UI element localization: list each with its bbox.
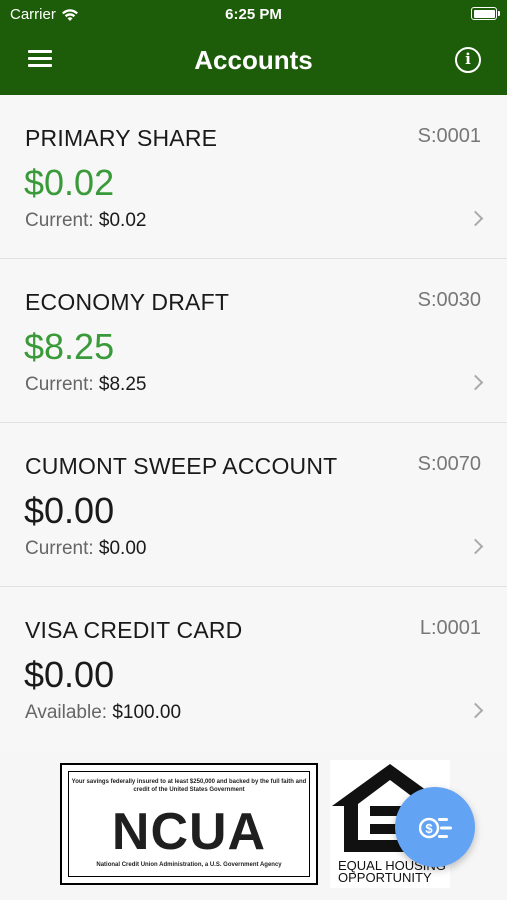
battery-icon <box>471 7 500 20</box>
page-title: Accounts <box>194 45 313 75</box>
account-row-primary-share[interactable]: PRIMARY SHARE S:0001 $0.02 Current: $0.0… <box>0 95 507 259</box>
account-sub-balance: Current: $0.00 <box>25 538 146 560</box>
account-sub-balance: Current: $8.25 <box>25 374 146 396</box>
account-sub-balance: Available: $100.00 <box>25 702 181 724</box>
chevron-right-icon <box>467 374 484 391</box>
chevron-right-icon <box>467 538 484 555</box>
info-icon[interactable]: i <box>455 47 481 73</box>
equal-housing-line2: OPPORTUNITY <box>338 870 432 885</box>
account-balance: $0.00 <box>24 654 115 695</box>
account-id: S:0001 <box>417 125 481 147</box>
account-row-economy-draft[interactable]: ECONOMY DRAFT S:0030 $8.25 Current: $8.2… <box>0 259 507 423</box>
account-id: S:0030 <box>417 289 481 311</box>
sub-balance-value: $0.00 <box>98 538 147 559</box>
account-name: VISA CREDIT CARD <box>25 617 243 643</box>
account-list: PRIMARY SHARE S:0001 $0.02 Current: $0.0… <box>0 95 507 751</box>
sub-balance-value: $100.00 <box>112 702 182 723</box>
ncua-logo: Your savings federally insured to at lea… <box>60 763 318 885</box>
account-balance: $0.00 <box>24 490 115 531</box>
ncua-wordmark: NCUA <box>111 803 267 861</box>
account-id: S:0070 <box>417 453 481 475</box>
svg-text:$: $ <box>425 821 433 836</box>
account-name: PRIMARY SHARE <box>25 125 218 151</box>
sub-balance-value: $0.02 <box>98 210 147 231</box>
account-row-visa-credit-card[interactable]: VISA CREDIT CARD L:0001 $0.00 Available:… <box>0 587 507 751</box>
transfer-money-icon: $ <box>419 817 452 839</box>
ncua-agency-text: National Credit Union Administration, a … <box>96 862 282 868</box>
account-balance: $8.25 <box>24 326 115 367</box>
sub-balance-value: $8.25 <box>98 374 147 395</box>
chevron-right-icon <box>467 210 484 227</box>
account-name: ECONOMY DRAFT <box>25 289 230 315</box>
chevron-right-icon <box>467 702 484 719</box>
sub-balance-label: Current: <box>25 374 94 395</box>
account-balance: $0.02 <box>24 162 115 203</box>
sub-balance-label: Available: <box>25 702 108 723</box>
account-id: L:0001 <box>419 617 481 639</box>
app-header: Carrier 6:25 PM Accounts i <box>0 0 507 95</box>
transfer-fab-button[interactable]: $ <box>395 787 475 867</box>
ncua-insurance-text: Your savings federally insured to at lea… <box>71 779 307 793</box>
account-row-cumont-sweep[interactable]: CUMONT SWEEP ACCOUNT S:0070 $0.00 Curren… <box>0 423 507 587</box>
status-bar: Carrier 6:25 PM <box>0 0 507 28</box>
account-name: CUMONT SWEEP ACCOUNT <box>25 453 338 479</box>
sub-balance-label: Current: <box>25 538 94 559</box>
sub-balance-label: Current: <box>25 210 94 231</box>
status-time: 6:25 PM <box>225 6 282 23</box>
account-sub-balance: Current: $0.02 <box>25 210 146 232</box>
